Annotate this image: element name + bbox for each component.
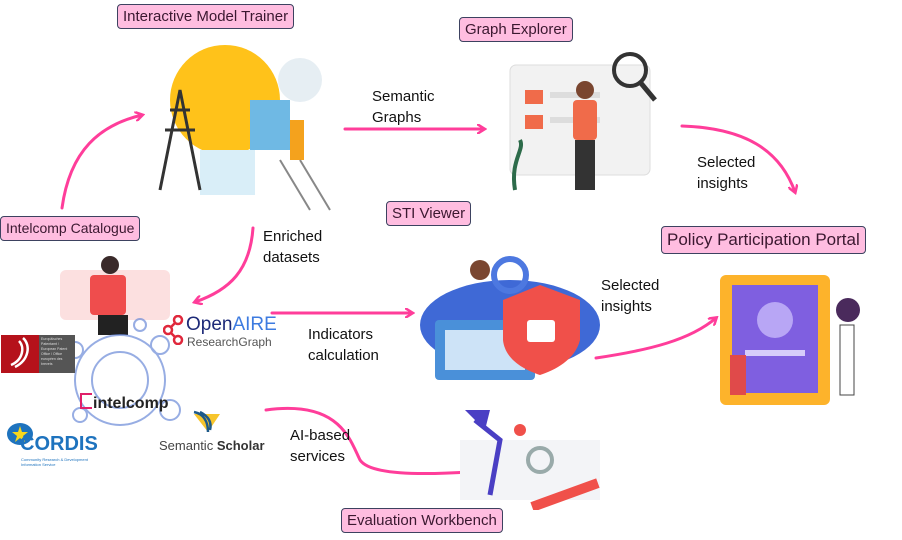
label-intelcomp-catalogue[interactable]: Intelcomp Catalogue <box>0 216 141 241</box>
graph-explorer-illustration <box>509 52 657 191</box>
label-interactive-model-trainer[interactable]: Interactive Model Trainer <box>117 4 295 29</box>
label-evaluation-workbench[interactable]: Evaluation Workbench <box>341 508 503 533</box>
flow-label-selected-insights-viewer: Selected insights <box>601 277 660 315</box>
label-policy-participation-portal[interactable]: Policy Participation Portal <box>661 226 866 254</box>
flow-label-indicators-calculation: Indicators calculation <box>308 326 379 364</box>
intelcomp-logo-text: intelcomp <box>93 395 169 412</box>
openaire-logo: OpenAIRE <box>186 314 277 336</box>
diagram: OpenAIRE ResearchGraph Europäisches Pate… <box>0 0 902 540</box>
semantic-scholar-logo: Semantic Scholar <box>159 438 265 453</box>
arrow-trainer-to-catalogue <box>195 226 255 302</box>
openaire-text-open: Open <box>186 314 233 335</box>
model-trainer-illustration <box>158 45 331 211</box>
flow-label-enriched-datasets: Enriched datasets <box>263 228 323 266</box>
label-graph-explorer[interactable]: Graph Explorer <box>459 17 573 42</box>
openaire-text-aire: AIRE <box>232 314 277 335</box>
label-sti-viewer[interactable]: STI Viewer <box>386 201 472 226</box>
policy-portal-illustration <box>720 275 860 405</box>
flow-label-selected-insights-explorer: Selected insights <box>697 154 756 192</box>
openaire-logo-icon <box>163 315 184 345</box>
semantic-scholar-logo-icon <box>193 410 220 433</box>
semantic-scholar-text-2: Scholar <box>216 438 265 453</box>
epo-logo-text: Europäisches Patentamt / European Patent… <box>39 335 75 373</box>
cordis-subtitle: Community Research & Development Informa… <box>21 457 88 467</box>
evaluation-workbench-illustration <box>460 410 600 510</box>
intelcomp-logo: intelcomp <box>80 393 169 413</box>
flow-label-ai-based-services: AI-based services <box>290 427 351 465</box>
sti-viewer-illustration <box>420 256 600 380</box>
arrow-catalogue-to-trainer <box>60 115 142 210</box>
openaire-subtitle: ResearchGraph <box>187 335 272 349</box>
flow-label-semantic-graphs: Semantic Graphs <box>372 88 435 126</box>
epo-logo: Europäisches Patentamt / European Patent… <box>1 335 75 373</box>
arrow-viewer-to-portal <box>594 318 716 360</box>
epo-mark-icon <box>10 337 29 369</box>
cordis-logo-text: CORDIS <box>20 433 98 455</box>
semantic-scholar-text-1: Semantic <box>159 438 214 453</box>
